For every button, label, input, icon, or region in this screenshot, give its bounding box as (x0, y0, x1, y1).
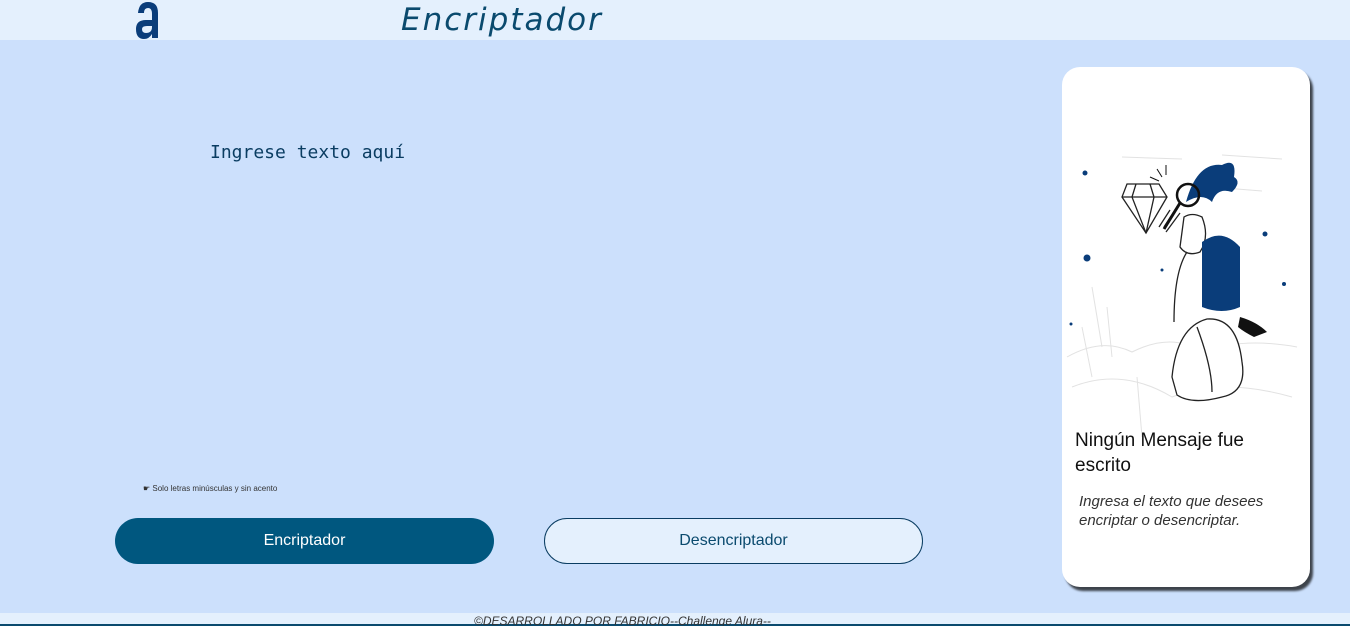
encrypt-button[interactable]: Encriptador (115, 518, 494, 564)
output-subtitle: Ingresa el texto que desees encriptar o … (1079, 493, 1264, 529)
header-bar: Encriptador (0, 0, 1350, 40)
page-title: Encriptador (401, 2, 603, 38)
alura-logo-icon[interactable] (133, 0, 163, 40)
input-hint: ☛ Solo letras minúsculas y sin acento (143, 484, 278, 493)
output-title: Ningún Mensaje fue escrito (1075, 430, 1244, 476)
message-input[interactable] (195, 130, 1015, 450)
footer-text: ©DESARROLLADO POR FABRICIO--Challenge Al… (474, 614, 771, 626)
decrypt-button[interactable]: Desencriptador (544, 518, 923, 564)
output-card: Ningún Mensaje fue escrito Ingresa el te… (1062, 67, 1310, 587)
footer: ©DESARROLLADO POR FABRICIO--Challenge Al… (0, 613, 1350, 626)
man-with-magnifier-illustration (1066, 154, 1298, 438)
